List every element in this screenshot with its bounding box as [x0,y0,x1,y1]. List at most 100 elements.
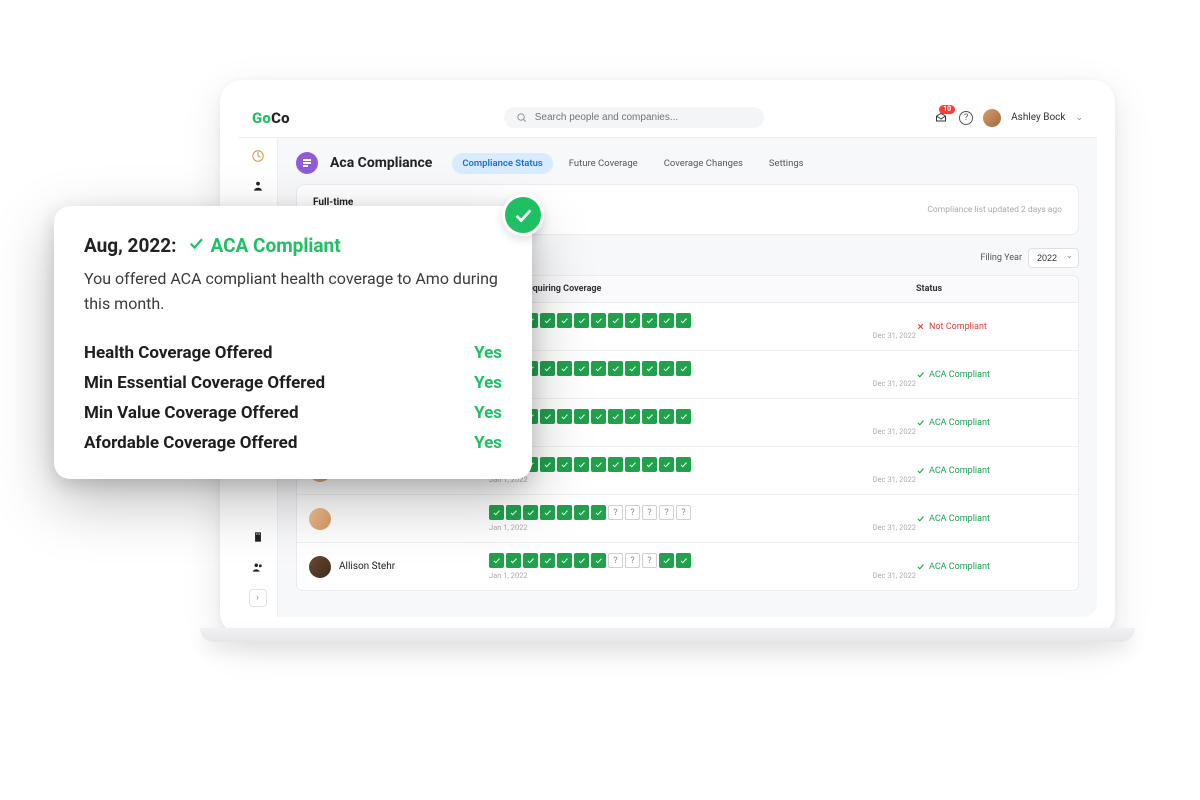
brand-logo[interactable]: GoCo [252,109,290,127]
month-box[interactable] [557,457,572,472]
month-box[interactable] [591,553,606,568]
month-box[interactable] [591,409,606,424]
status-cell: Not Compliant [916,322,1066,332]
month-box[interactable] [523,553,538,568]
popover-detail-list: Health Coverage OfferedYesMin Essential … [84,343,502,453]
filing-year-select[interactable]: 2022 [1028,248,1079,268]
month-box[interactable] [540,505,555,520]
user-menu-chevron-icon[interactable]: ⌄ [1075,113,1083,123]
range-end: Dec 31, 2022 [873,427,916,436]
search-icon [516,112,527,123]
month-box[interactable] [676,457,691,472]
month-box[interactable] [625,313,640,328]
month-box[interactable] [608,457,623,472]
month-box[interactable] [659,361,674,376]
month-box[interactable]: ? [608,505,623,520]
month-box[interactable] [659,313,674,328]
month-box[interactable] [574,361,589,376]
sidebar-expand-button[interactable]: › [249,589,267,607]
month-box[interactable] [642,361,657,376]
month-box[interactable] [608,409,623,424]
status-cell: ACA Compliant [916,562,1066,572]
popover-row-value: Yes [474,373,502,393]
month-box[interactable] [659,553,674,568]
month-box[interactable] [557,505,572,520]
month-box[interactable] [506,553,521,568]
user-avatar[interactable] [983,109,1001,127]
month-box[interactable] [574,313,589,328]
range-end: Dec 31, 2022 [873,523,916,532]
table-row[interactable]: Allison Stehr???Jan 1, 2022Dec 31, 2022A… [297,543,1078,590]
tab-future-coverage[interactable]: Future Coverage [559,153,648,174]
notification-badge: 10 [939,105,955,114]
tab-coverage-changes[interactable]: Coverage Changes [654,153,753,174]
month-box[interactable] [676,553,691,568]
global-search-input[interactable] [535,112,752,123]
month-box[interactable]: ? [659,505,674,520]
month-box[interactable] [642,457,657,472]
month-box[interactable] [676,361,691,376]
sidebar-item-person[interactable] [250,178,266,194]
range-end: Dec 31, 2022 [873,571,916,580]
month-box[interactable] [557,553,572,568]
notifications-button[interactable]: 10 [933,111,949,125]
month-box[interactable] [574,409,589,424]
months-cell: Jan 1, 2022Dec 31, 2022 [489,361,916,388]
popover-row-key: Afordable Coverage Offered [84,433,297,453]
month-box[interactable] [676,313,691,328]
month-box[interactable] [540,457,555,472]
tab-compliance-status[interactable]: Compliance Status [452,153,552,174]
month-box[interactable] [625,409,640,424]
popover-date: Aug, 2022: [84,234,177,257]
help-button[interactable]: ? [959,111,973,125]
month-box[interactable]: ? [642,505,657,520]
month-box[interactable] [608,313,623,328]
month-box[interactable] [540,313,555,328]
month-box[interactable] [591,457,606,472]
month-box[interactable] [540,409,555,424]
month-box[interactable] [557,361,572,376]
month-box[interactable] [591,313,606,328]
popover-heading: Aug, 2022: ACA Compliant [84,234,502,257]
month-box[interactable] [608,361,623,376]
month-box[interactable] [523,505,538,520]
member-name: Allison Stehr [339,561,395,572]
month-box[interactable] [642,409,657,424]
status-cell: ACA Compliant [916,514,1066,524]
month-box[interactable]: ? [642,553,657,568]
months-cell: ?????Jan 1, 2022Dec 31, 2022 [489,505,916,532]
month-box[interactable] [659,457,674,472]
month-box[interactable]: ? [625,553,640,568]
month-box[interactable]: ? [625,505,640,520]
page-header: Aca Compliance Compliance StatusFuture C… [296,152,1079,174]
month-box[interactable] [557,409,572,424]
month-box[interactable] [642,313,657,328]
month-box[interactable] [591,505,606,520]
month-box[interactable] [489,553,504,568]
topbar-right: 10 ? Ashley Bock ⌄ [933,109,1083,127]
month-box[interactable] [625,361,640,376]
sidebar-item-building-2[interactable] [250,529,266,545]
month-box[interactable] [659,409,674,424]
table-row[interactable]: ?????Jan 1, 2022Dec 31, 2022ACA Complian… [297,495,1078,543]
month-box[interactable] [676,409,691,424]
tab-settings[interactable]: Settings [759,153,814,174]
month-box[interactable]: ? [608,553,623,568]
month-box[interactable] [574,505,589,520]
month-box[interactable] [540,553,555,568]
month-box[interactable] [625,457,640,472]
sidebar-item-overwatch[interactable] [250,148,266,164]
month-box[interactable] [591,361,606,376]
month-box[interactable] [574,457,589,472]
month-box[interactable] [557,313,572,328]
month-box[interactable]: ? [676,505,691,520]
month-box[interactable] [489,505,504,520]
user-name: Ashley Bock [1011,112,1065,123]
month-box[interactable] [506,505,521,520]
sidebar-item-people[interactable] [250,559,266,575]
global-search[interactable] [504,107,764,128]
month-box[interactable] [574,553,589,568]
months-cell: Jan 1, 2022Dec 31, 2022 [489,457,916,484]
month-box[interactable] [540,361,555,376]
range-end: Dec 31, 2022 [873,379,916,388]
